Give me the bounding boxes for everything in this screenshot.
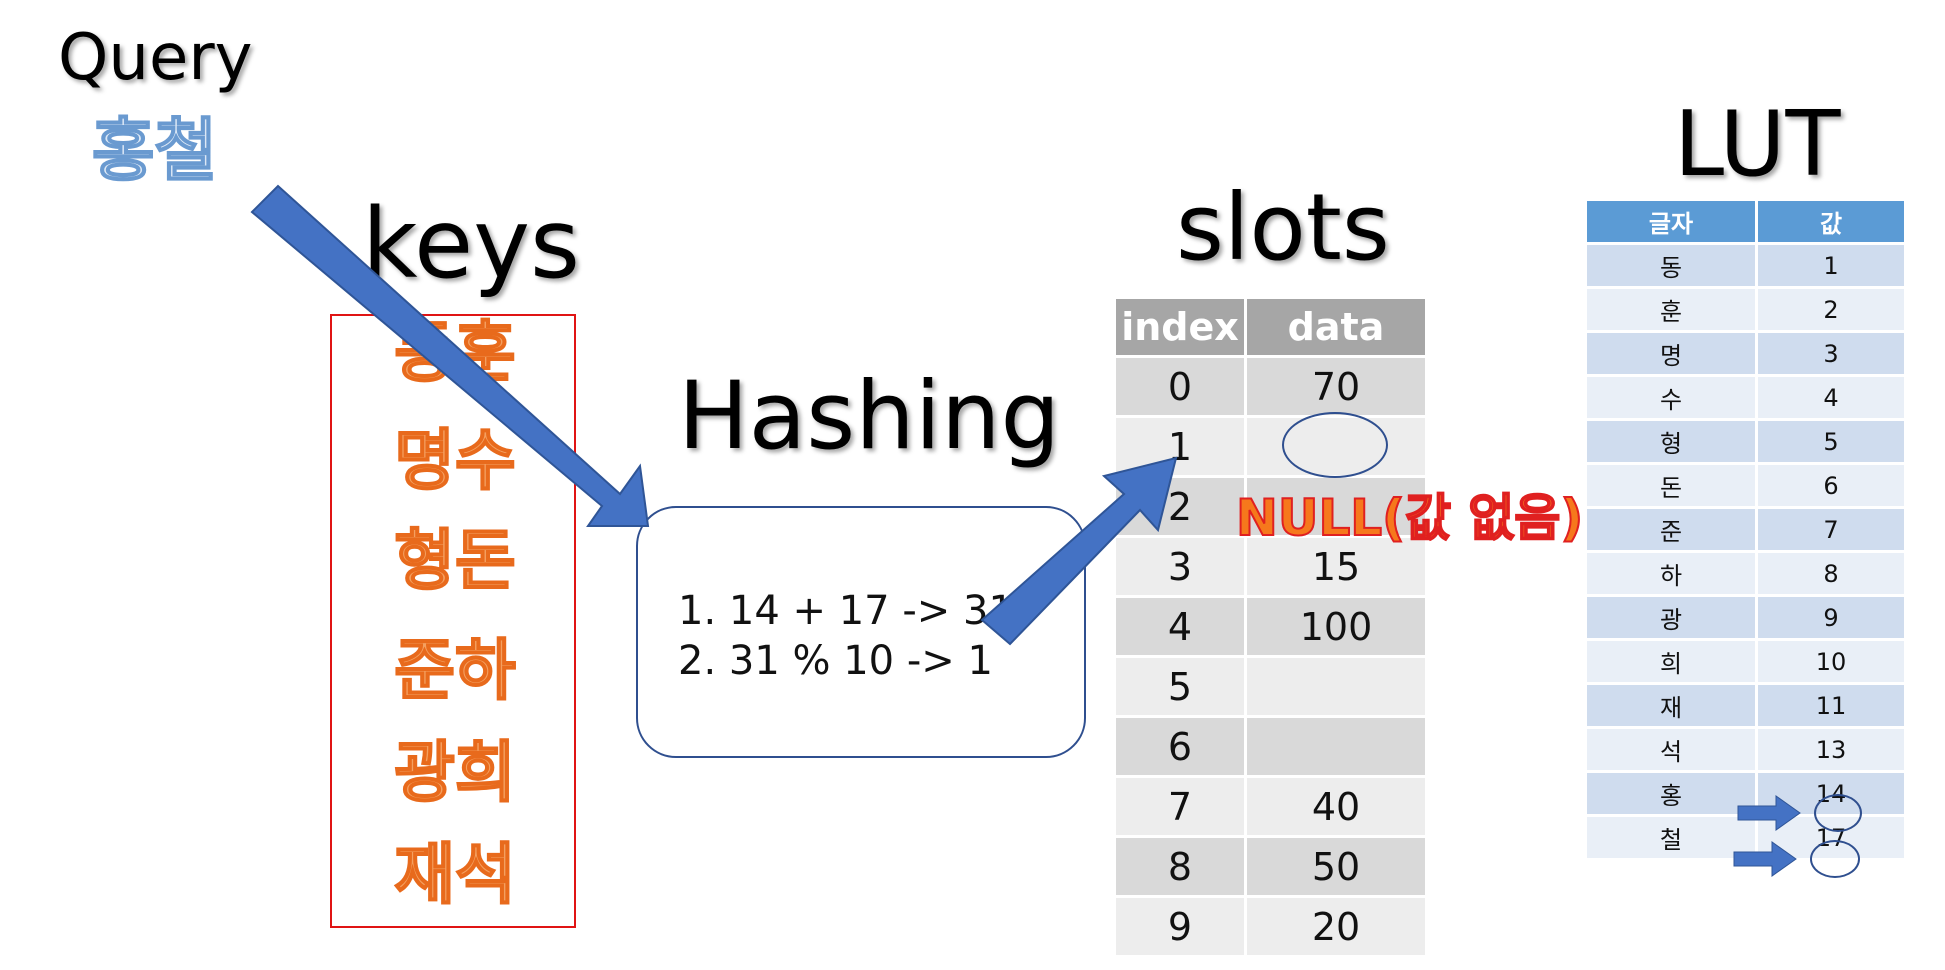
query-to-hashing-arrow [250, 184, 650, 527]
lut-arrow-17-icon [1733, 841, 1797, 877]
arrows-overlay [250, 184, 1801, 877]
hashing-to-slot-arrow [980, 456, 1178, 646]
lut-arrow-14-icon [1737, 795, 1801, 831]
